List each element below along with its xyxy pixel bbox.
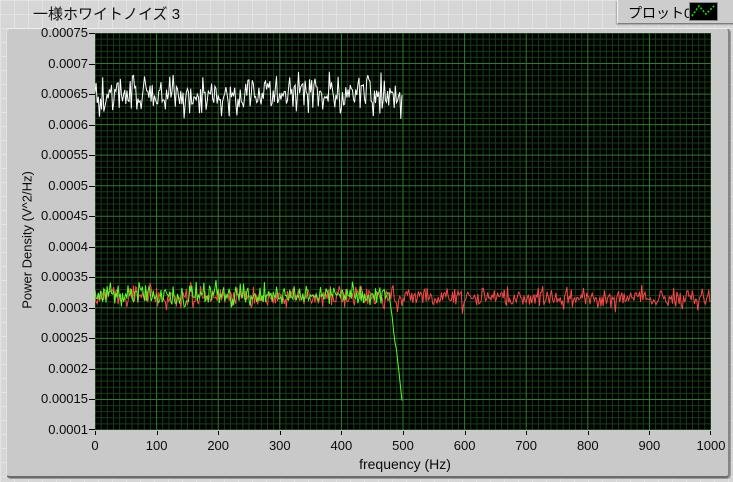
plot-style-zigzag-icon <box>692 5 715 16</box>
x-tick-label: 700 <box>496 438 556 453</box>
x-axis-title: frequency (Hz) <box>300 456 510 472</box>
y-tick-label: 0.00035 <box>16 269 88 284</box>
series-psd-white-half-band <box>95 72 402 119</box>
y-tick-label: 0.0005 <box>16 178 88 193</box>
plot-legend[interactable]: プロット0 <box>617 0 733 24</box>
x-tick-mark <box>649 431 650 435</box>
x-tick-label: 100 <box>127 438 187 453</box>
x-tick-mark <box>157 431 158 435</box>
y-tick-label: 0.00075 <box>16 25 88 40</box>
y-tick-label: 0.0001 <box>16 422 88 437</box>
x-tick-label: 300 <box>250 438 310 453</box>
y-tick-label: 0.0007 <box>16 56 88 71</box>
x-tick-mark <box>588 431 589 435</box>
x-tick-mark <box>95 431 96 435</box>
x-tick-mark <box>465 431 466 435</box>
x-tick-mark <box>341 431 342 435</box>
plot-area[interactable] <box>95 33 711 430</box>
x-tick-label: 200 <box>188 438 248 453</box>
x-tick-label: 800 <box>558 438 618 453</box>
x-tick-mark <box>403 431 404 435</box>
x-tick-label: 500 <box>373 438 433 453</box>
y-tick-label: 0.00015 <box>16 391 88 406</box>
graph-title: 一様ホワイトノイズ 3 <box>33 3 180 24</box>
y-tick-label: 0.0003 <box>16 300 88 315</box>
y-tick-label: 0.0002 <box>16 361 88 376</box>
x-tick-label: 0 <box>65 438 125 453</box>
x-tick-label: 1000 <box>681 438 733 453</box>
x-tick-label: 400 <box>311 438 371 453</box>
y-tick-label: 0.0006 <box>16 117 88 132</box>
plot-canvas <box>95 33 711 430</box>
y-tick-label: 0.00055 <box>16 147 88 162</box>
x-tick-mark <box>280 431 281 435</box>
x-tick-label: 900 <box>619 438 679 453</box>
x-tick-mark <box>710 431 711 435</box>
y-tick-label: 0.0004 <box>16 239 88 254</box>
y-tick-label: 0.00045 <box>16 208 88 223</box>
x-tick-label: 600 <box>435 438 495 453</box>
x-tick-mark <box>218 431 219 435</box>
y-tick-label: 0.00025 <box>16 330 88 345</box>
legend-plot-label[interactable]: プロット0 <box>628 3 692 23</box>
y-tick-label: 0.00065 <box>16 86 88 101</box>
x-tick-mark <box>526 431 527 435</box>
plot-style-icon[interactable] <box>689 2 718 21</box>
